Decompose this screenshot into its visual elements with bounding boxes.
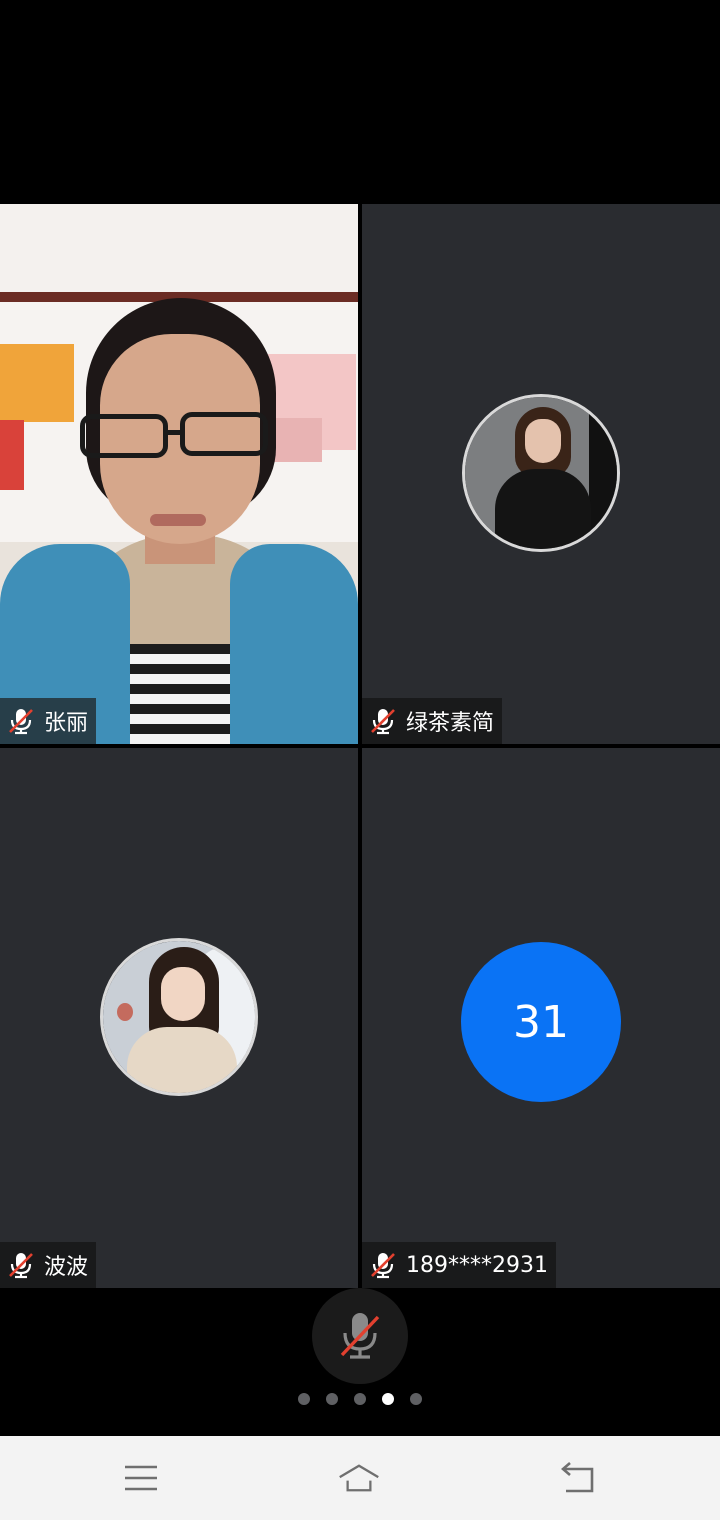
- menu-button[interactable]: [120, 1458, 162, 1498]
- back-button[interactable]: [557, 1458, 599, 1498]
- back-icon: [561, 1462, 594, 1493]
- avatar-body: [495, 469, 591, 549]
- avatar-shadow: [589, 397, 617, 549]
- participant-name: 绿茶素简: [406, 711, 495, 736]
- glasses-left: [80, 414, 168, 458]
- mic-muted-icon: [9, 1253, 33, 1279]
- lips: [150, 514, 206, 526]
- home-button[interactable]: [338, 1458, 380, 1498]
- page-dot-active[interactable]: [382, 1393, 394, 1405]
- avatar: [462, 394, 620, 552]
- system-nav-bar: [0, 1436, 720, 1520]
- wall-certificate: [0, 420, 24, 490]
- menu-icon: [125, 1465, 157, 1491]
- page-dot[interactable]: [298, 1393, 310, 1405]
- participant-name: 张丽: [44, 711, 89, 736]
- mic-muted-icon: [9, 709, 33, 735]
- page-dot[interactable]: [354, 1393, 366, 1405]
- avatar-face: [161, 967, 205, 1021]
- home-icon: [339, 1464, 379, 1492]
- mic-muted-icon: [371, 709, 395, 735]
- participant-name-label: 189****2931: [362, 1242, 556, 1288]
- wall-certificate: [272, 418, 322, 462]
- participant-name-label: 波波: [0, 1242, 97, 1288]
- page-dot[interactable]: [410, 1393, 422, 1405]
- glasses-bridge: [166, 430, 182, 435]
- avatar: [100, 938, 258, 1096]
- participant-name-label: 张丽: [0, 698, 97, 744]
- participant-tile-3[interactable]: 波波: [0, 748, 358, 1288]
- mute-toggle-button[interactable]: [312, 1288, 408, 1384]
- participant-name-label: 绿茶素简: [362, 698, 503, 744]
- page-indicator: [0, 1393, 720, 1405]
- mic-muted-icon: [340, 1313, 380, 1359]
- meeting-screen: 张丽 绿茶素简 波波 31 189****2931: [0, 0, 720, 1520]
- participant-name: 波波: [44, 1255, 89, 1280]
- sweater-right: [230, 544, 358, 744]
- avatar-body: [127, 1027, 237, 1093]
- participant-grid: 张丽 绿茶素简 波波 31 189****2931: [0, 204, 720, 1288]
- calligraphy-scroll: [0, 204, 358, 300]
- striped-shirt: [130, 644, 230, 744]
- wall-certificate: [0, 344, 74, 422]
- number-avatar: 31: [461, 942, 621, 1102]
- participant-tile-1[interactable]: 张丽: [0, 204, 358, 744]
- participant-video: [0, 204, 358, 744]
- mic-muted-icon: [371, 1253, 395, 1279]
- page-dot[interactable]: [326, 1393, 338, 1405]
- avatar-rose: [117, 1003, 133, 1021]
- participant-tile-2[interactable]: 绿茶素简: [362, 204, 720, 744]
- participant-tile-4[interactable]: 31 189****2931: [362, 748, 720, 1288]
- avatar-face: [525, 419, 561, 463]
- participant-name: 189****2931: [406, 1252, 548, 1278]
- glasses-right: [180, 412, 268, 456]
